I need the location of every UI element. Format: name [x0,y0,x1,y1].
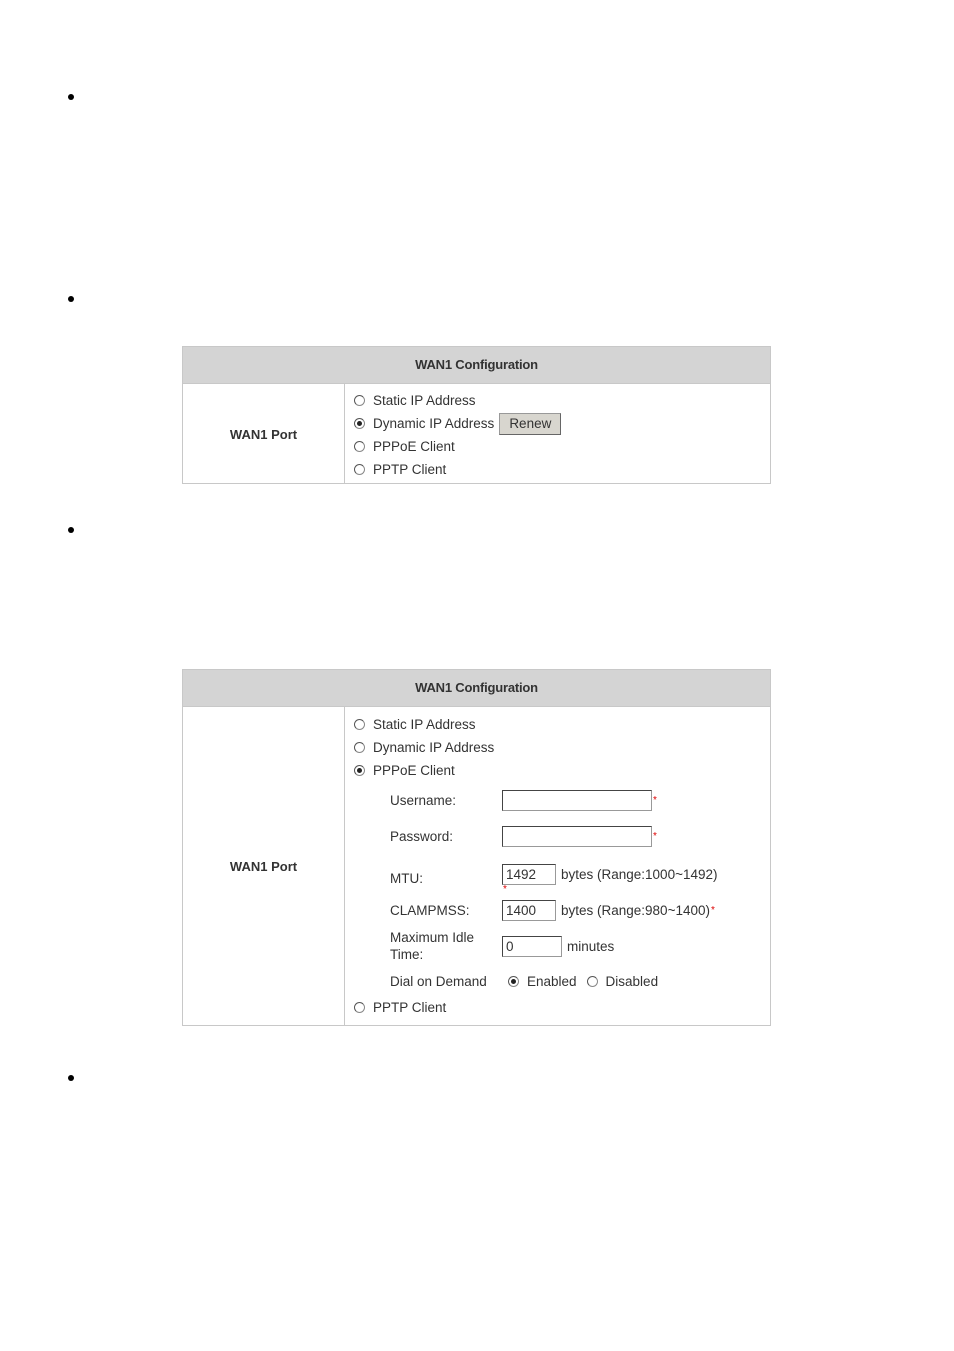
option-pppoe[interactable]: PPPoE Client [354,435,770,458]
option-label: PPPoE Client [373,763,455,778]
radio-icon[interactable] [354,719,365,730]
username-input[interactable] [502,789,652,811]
option-label: Static IP Address [373,717,476,732]
idle-time-label: Maximum Idle Time: [390,930,475,962]
bullet [68,1075,74,1081]
radio-icon[interactable] [354,464,365,475]
radio-icon[interactable] [354,1002,365,1013]
radio-icon[interactable] [354,742,365,753]
option-label: Static IP Address [373,393,476,408]
clampmss-row: CLAMPMSS: bytes (Range:980~1400) * [390,894,770,926]
radio-icon[interactable] [586,975,598,987]
mtu-range-hint: bytes (Range:1000~1492) [561,866,718,882]
mtu-row: MTU: bytes (Range:1000~1492) * [390,854,770,895]
option-label: Dynamic IP Address [373,416,495,431]
mtu-label: MTU: [390,870,423,886]
dial-disabled-label: Disabled [605,973,659,989]
required-marker: * [653,830,657,842]
required-marker: * [503,884,507,895]
panel-title: WAN1 Configuration [183,347,770,384]
option-label: PPPoE Client [373,439,455,454]
dial-on-demand-row: Dial on Demand Enabled Disabled [390,966,770,996]
username-label: Username: [390,792,457,808]
pppoe-settings: Username: * Password: * MTU: bytes (Rang… [354,782,770,996]
idle-time-row: Maximum Idle Time: minutes [390,926,770,966]
option-label: PPTP Client [373,462,447,477]
clampmss-input[interactable] [502,899,556,921]
bullet [68,94,74,100]
option-static-ip[interactable]: Static IP Address [354,389,770,412]
radio-selected-icon[interactable] [354,765,365,776]
wan1-port-label: WAN1 Port [183,384,345,484]
renew-button[interactable]: Renew [499,412,562,435]
dial-on-demand-label: Dial on Demand [390,973,487,989]
option-label: PPTP Client [373,1000,447,1015]
bullet [68,296,74,302]
username-row: Username: * [390,782,770,818]
idle-time-input[interactable] [502,935,562,957]
option-dynamic-ip[interactable]: Dynamic IP Address [354,736,770,759]
option-pptp[interactable]: PPTP Client [354,458,770,481]
password-label: Password: [390,828,454,844]
clampmss-range-hint: bytes (Range:980~1400) [561,902,710,918]
radio-icon[interactable] [354,441,365,452]
bullet [68,527,74,533]
radio-selected-icon[interactable] [354,418,365,429]
dial-enabled-label: Enabled [527,973,577,989]
required-marker: * [653,794,657,806]
clampmss-label: CLAMPMSS: [390,902,470,918]
option-dynamic-ip[interactable]: Dynamic IP Address Renew [354,412,770,435]
radio-selected-icon[interactable] [508,975,519,987]
wan1-config-panel-dynamic: WAN1 Configuration WAN1 Port Static IP A… [182,346,771,484]
option-pptp[interactable]: PPTP Client [354,996,770,1019]
option-static-ip[interactable]: Static IP Address [354,713,770,736]
mtu-input[interactable] [502,863,556,885]
wan1-port-label: WAN1 Port [183,707,345,1026]
radio-icon[interactable] [354,395,365,406]
password-input[interactable] [502,825,652,847]
required-marker: * [710,904,715,916]
password-row: Password: * [390,818,770,854]
idle-time-unit: minutes [567,938,615,954]
panel-title: WAN1 Configuration [183,670,770,707]
wan1-config-panel-pppoe: WAN1 Configuration WAN1 Port Static IP A… [182,669,771,1026]
option-label: Dynamic IP Address [373,740,495,755]
option-pppoe[interactable]: PPPoE Client [354,759,770,782]
